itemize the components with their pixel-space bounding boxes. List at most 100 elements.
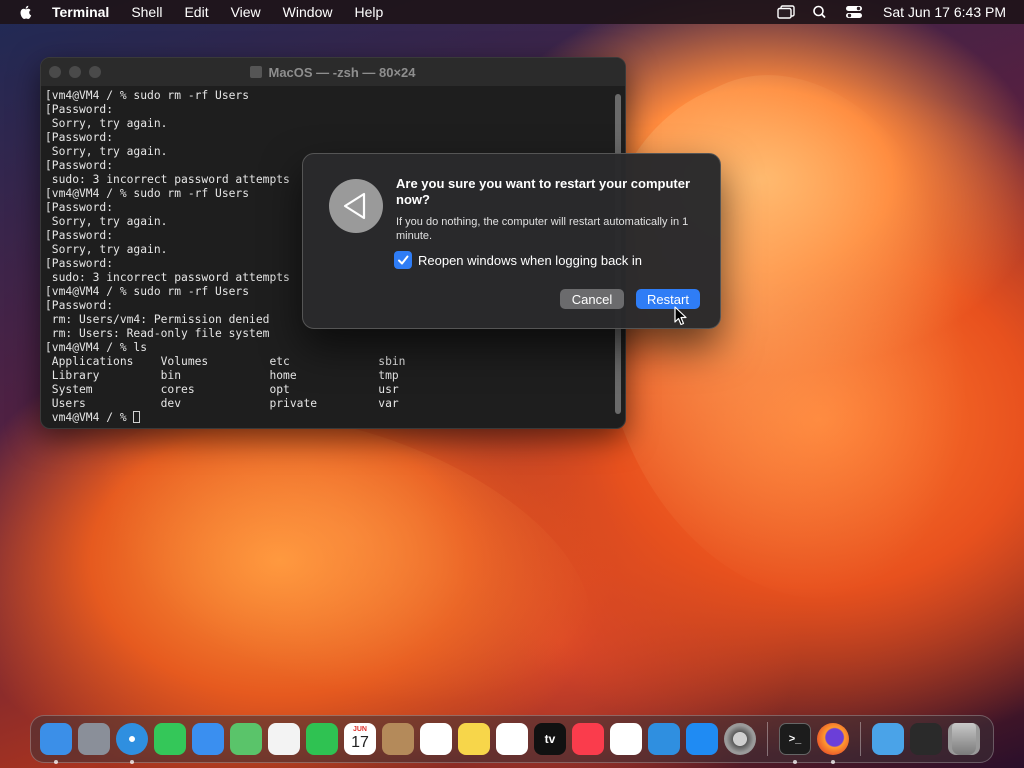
reminders-glyph [420,723,452,755]
minimize-window-button[interactable] [69,66,81,78]
apple-menu-icon[interactable] [18,4,34,20]
power-triangle-icon [343,192,366,220]
dialog-message: If you do nothing, the computer will res… [396,216,689,242]
terminal-line: [Password: [45,103,114,116]
cancel-button[interactable]: Cancel [560,289,624,309]
dock-screenshot-stack-icon[interactable] [910,723,942,755]
dialog-title: Are you sure you want to restart your co… [396,176,691,207]
restart-dialog-icon [329,179,383,233]
freeform-glyph [496,723,528,755]
reopen-windows-label[interactable]: Reopen windows when logging back in [418,253,642,268]
dock: JUN 17 tv >_ [30,715,994,764]
terminal-line: System cores opt usr [45,383,399,396]
restart-button[interactable]: Restart [636,289,700,309]
terminal-glyph: >_ [779,723,811,755]
keynote-glyph [648,723,680,755]
menu-app-terminal[interactable]: Terminal [52,4,109,20]
dock-app-store-icon[interactable] [686,723,718,755]
app-store-glyph [686,723,718,755]
menu-bar-clock[interactable]: Sat Jun 17 6:43 PM [883,4,1006,20]
terminal-cursor [133,411,141,423]
notes-glyph [458,723,490,755]
terminal-prompt: vm4@VM4 / % [45,411,134,424]
dock-contacts-icon[interactable] [382,723,414,755]
system-settings-glyph [724,723,756,755]
screenshot-stack-glyph [910,723,942,755]
restart-dialog: Are you sure you want to restart your co… [302,153,721,329]
launchpad-glyph [78,723,110,755]
finder-glyph [40,723,72,755]
terminal-title: MacOS — -zsh — 80×24 [268,64,416,80]
dock-freeform-icon[interactable] [496,723,528,755]
apple-tv-glyph: tv [534,723,566,755]
menu-edit[interactable]: Edit [184,4,208,20]
dock-music-icon[interactable] [572,723,604,755]
contacts-glyph [382,723,414,755]
calendar-month: JUN [352,726,367,733]
dock-facetime-icon[interactable] [306,723,338,755]
apple-tv-label: tv [544,732,556,746]
terminal-line: Users dev private var [45,397,399,410]
terminal-line: [Password: [45,131,114,144]
messages-glyph [154,723,186,755]
dock-calendar-icon[interactable]: JUN 17 [344,723,376,755]
control-center-icon[interactable] [845,5,863,19]
close-window-button[interactable] [49,66,61,78]
spotlight-search-icon[interactable] [811,5,829,19]
dock-mail-icon[interactable] [192,723,224,755]
terminal-line: rm: Users: Read-only file system [45,327,270,340]
window-controls [49,66,109,78]
dock-safari-icon[interactable] [116,723,148,764]
dock-messages-icon[interactable] [154,723,186,755]
dock-downloads-folder-icon[interactable] [872,723,904,755]
terminal-line: Applications Volumes etc sbin [45,355,406,368]
dock-apple-tv-icon[interactable]: tv [534,723,566,755]
running-indicator [54,760,58,764]
maps-glyph [230,723,262,755]
calendar-glyph: JUN 17 [344,723,376,755]
news-glyph [610,723,642,755]
safari-glyph [116,723,148,755]
menu-window[interactable]: Window [283,4,333,20]
dock-photos-icon[interactable] [268,723,300,755]
firefox-glyph [817,723,849,755]
dock-launchpad-icon[interactable] [78,723,110,755]
dock-system-settings-icon[interactable] [724,723,756,755]
menu-bar: Terminal Shell Edit View Window Help Sat… [0,0,1024,24]
stage-manager-icon[interactable] [777,5,795,19]
dock-news-icon[interactable] [610,723,642,755]
mouse-pointer-icon [674,306,687,326]
folder-icon [250,66,263,78]
reopen-windows-option[interactable]: Reopen windows when logging back in [394,251,642,269]
running-indicator [831,760,835,764]
reopen-windows-checkbox[interactable] [394,251,412,269]
terminal-line: Sorry, try again. [45,117,168,130]
music-glyph [572,723,604,755]
dock-separator [767,722,768,756]
dock-terminal-icon[interactable]: >_ [779,723,811,764]
dock-separator [860,722,861,756]
terminal-line: [vm4@VM4 / % ls [45,341,148,354]
dock-keynote-icon[interactable] [648,723,680,755]
terminal-prompt-line[interactable]: vm4@VM4 / % [45,411,609,425]
menu-view[interactable]: View [231,4,261,20]
trash-glyph [952,723,976,755]
dock-firefox-icon[interactable] [817,723,849,764]
running-indicator [793,760,797,764]
mail-glyph [192,723,224,755]
terminal-line: [vm4@VM4 / % sudo rm -rf Users [45,89,250,102]
terminal-titlebar[interactable]: MacOS — -zsh — 80×24 [41,58,625,86]
running-indicator [130,760,134,764]
zoom-window-button[interactable] [89,66,101,78]
dock-maps-icon[interactable] [230,723,262,755]
dock-trash-icon[interactable] [948,723,980,755]
dock-notes-icon[interactable] [458,723,490,755]
dock-reminders-icon[interactable] [420,723,452,755]
menu-shell[interactable]: Shell [131,4,162,20]
dock-finder-icon[interactable] [40,723,72,764]
checkmark-icon [398,255,409,265]
photos-glyph [268,723,300,755]
calendar-day: 17 [351,734,369,751]
downloads-folder-glyph [872,723,904,755]
menu-help[interactable]: Help [354,4,383,20]
